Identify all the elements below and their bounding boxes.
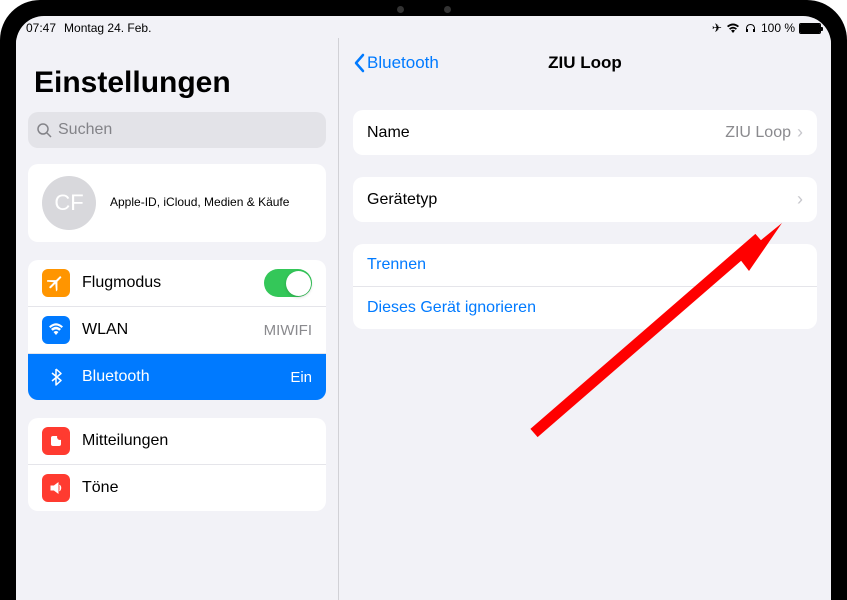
avatar: CF [42,176,96,230]
device-type-row[interactable]: Gerätetyp › [353,177,817,222]
sidebar-item-airplane[interactable]: Flugmodus [28,260,326,307]
name-card: Name ZIU Loop › [353,110,817,155]
bluetooth-icon [42,363,70,391]
sidebar-item-wlan[interactable]: WLAN MIWIFI [28,307,326,354]
wlan-label: WLAN [82,321,252,339]
device-frame: 07:47 Montag 24. Feb. ✈︎ 100 % Einstellu… [0,0,847,600]
airplane-mode-icon: ✈︎ [712,21,722,35]
device-camera-dots [397,6,451,13]
sounds-icon [42,474,70,502]
chevron-right-icon: › [797,189,803,210]
profile-card[interactable]: CF Apple-ID, iCloud, Medien & Käufe [28,164,326,242]
chevron-right-icon: › [797,122,803,143]
detail-pane: Bluetooth ZIU Loop Name ZIU Loop › [338,38,831,600]
general-group: Mitteilungen Töne [28,418,326,511]
search-placeholder: Suchen [58,121,112,139]
wifi-settings-icon [42,316,70,344]
connectivity-group: Flugmodus WLAN MIWIFI Blu [28,260,326,400]
sidebar-item-sounds[interactable]: Töne [28,465,326,511]
device-type-label: Gerätetyp [367,191,437,209]
chevron-left-icon [353,53,365,73]
settings-sidebar: Einstellungen Suchen CF Apple-ID, iCloud… [16,38,338,600]
back-label: Bluetooth [367,53,439,73]
disconnect-button[interactable]: Trennen [353,244,817,287]
wifi-icon [726,23,740,34]
profile-subtitle: Apple-ID, iCloud, Medien & Käufe [110,195,289,211]
headphones-icon [744,22,757,34]
device-type-card: Gerätetyp › [353,177,817,222]
status-bar: 07:47 Montag 24. Feb. ✈︎ 100 % [16,16,831,38]
page-title: Einstellungen [34,66,320,100]
name-value: ZIU Loop [725,124,791,142]
back-button[interactable]: Bluetooth [353,53,439,73]
battery-percent: 100 % [761,21,795,35]
notifications-label: Mitteilungen [82,432,312,450]
status-date: Montag 24. Feb. [64,21,151,35]
bluetooth-label: Bluetooth [82,368,278,386]
screen: 07:47 Montag 24. Feb. ✈︎ 100 % Einstellu… [16,16,831,600]
airplane-label: Flugmodus [82,274,252,292]
notifications-icon [42,427,70,455]
sounds-label: Töne [82,479,312,497]
name-label: Name [367,124,410,142]
forget-label: Dieses Gerät ignorieren [367,299,536,317]
airplane-icon [42,269,70,297]
detail-header: Bluetooth ZIU Loop [353,38,817,88]
wlan-value: MIWIFI [264,322,312,339]
sidebar-item-notifications[interactable]: Mitteilungen [28,418,326,465]
search-input[interactable]: Suchen [28,112,326,148]
disconnect-label: Trennen [367,256,426,274]
bluetooth-value: Ein [290,369,312,386]
forget-device-button[interactable]: Dieses Gerät ignorieren [353,287,817,329]
detail-title: ZIU Loop [548,53,622,73]
actions-card: Trennen Dieses Gerät ignorieren [353,244,817,329]
name-row[interactable]: Name ZIU Loop › [353,110,817,155]
search-icon [36,122,52,138]
airplane-toggle[interactable] [264,269,312,297]
status-time: 07:47 [26,21,56,35]
sidebar-item-bluetooth[interactable]: Bluetooth Ein [28,354,326,400]
battery-icon [799,23,821,34]
